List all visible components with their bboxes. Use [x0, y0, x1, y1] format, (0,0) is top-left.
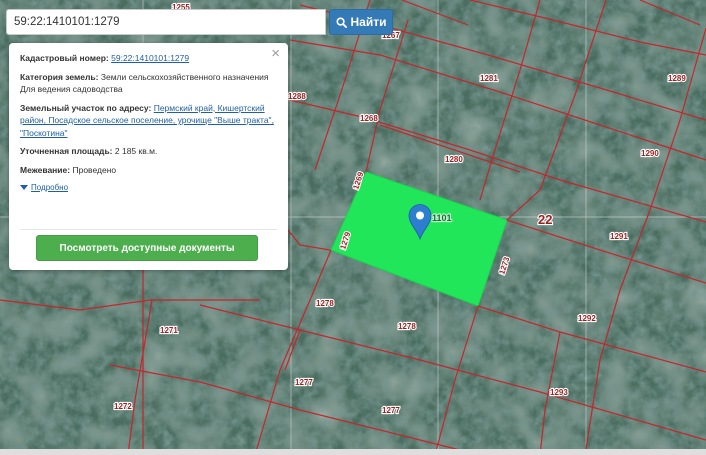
search-icon: [335, 16, 347, 28]
parcel-label: 1278: [398, 322, 416, 331]
parcel-label: 1291: [610, 232, 628, 241]
parcel-label: 1281: [480, 74, 498, 83]
parcel-label: 1288: [288, 92, 306, 101]
parcel-label: 1268: [360, 114, 378, 123]
view-documents-button[interactable]: Посмотреть доступные документы: [36, 235, 258, 261]
cadastral-link[interactable]: 59:22:1410101:1279: [111, 53, 189, 63]
parcel-label: 1290: [641, 149, 659, 158]
area-row: Уточненная площадь: 2 185 кв.м.: [20, 145, 277, 158]
address-row: Земельный участок по адресу: Пермский кр…: [20, 102, 277, 140]
parcel-label: 1289: [668, 74, 686, 83]
details-toggle[interactable]: Подробно: [20, 182, 277, 195]
parcel-label: 1277: [295, 378, 313, 387]
address-label: Земельный участок по адресу:: [20, 102, 152, 113]
details-link[interactable]: Подробно: [31, 182, 68, 195]
search-button[interactable]: Найти: [329, 9, 393, 35]
survey-value: Проведено: [72, 164, 117, 175]
parcel-label: 1101: [432, 213, 452, 223]
parcel-info-popup: × Кадастровый номер: 59:22:1410101:1279 …: [9, 43, 288, 270]
survey-row: Межевание: Проведено: [20, 164, 277, 177]
parcel-label: 1293: [550, 388, 568, 397]
parcel-label: 22: [538, 212, 552, 227]
category-row: Категория земель: Земли сельскохозяйстве…: [20, 71, 277, 96]
caret-down-icon: [20, 185, 28, 191]
parcel-label: 1278: [316, 299, 334, 308]
divider: [20, 229, 277, 230]
parcel-label: 1272: [114, 402, 132, 411]
category-value: Земли сельскохозяйственного назначения: [100, 71, 269, 82]
search-button-label: Найти: [350, 15, 387, 29]
close-icon[interactable]: ×: [271, 46, 280, 62]
area-label: Уточненная площадь:: [20, 146, 113, 156]
bottom-strip: [0, 449, 706, 455]
parcel-label: 1271: [160, 326, 178, 335]
search-bar: Найти: [6, 9, 396, 35]
parcel-label: 1277: [382, 406, 400, 415]
category-label: Категория земель:: [20, 71, 99, 82]
survey-label: Межевание:: [20, 164, 71, 175]
permitted-use-value: Для ведения садоводства: [20, 84, 123, 94]
cadastral-label: Кадастровый номер:: [20, 53, 109, 63]
search-input[interactable]: [6, 9, 326, 35]
parcel-label: 1292: [578, 314, 596, 323]
cadastral-row: Кадастровый номер: 59:22:1410101:1279: [20, 52, 277, 65]
area-value: 2 185 кв.м.: [114, 146, 158, 156]
parcel-label: 1280: [445, 155, 463, 164]
